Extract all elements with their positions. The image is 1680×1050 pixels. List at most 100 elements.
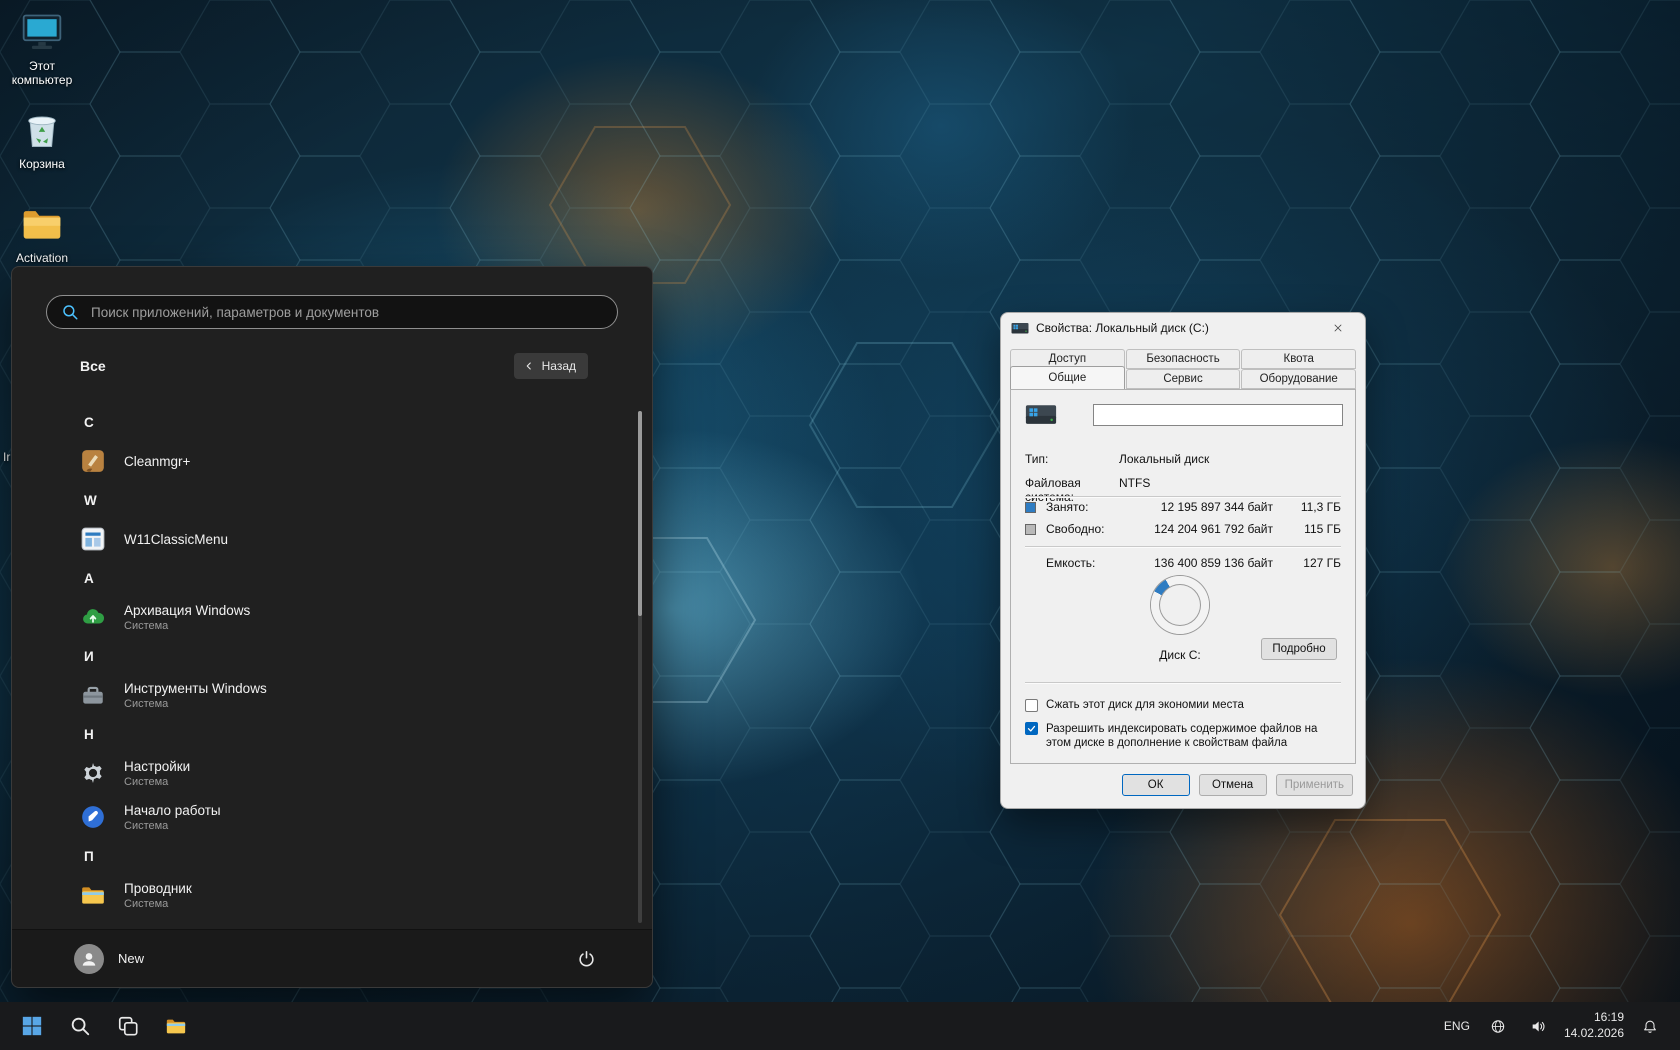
user-profile-button[interactable]: New <box>74 944 144 974</box>
start-search-box[interactable] <box>46 295 618 329</box>
taskbar: ENG 16:19 14.02.2026 <box>0 1002 1680 1050</box>
disk-usage-donut <box>1151 576 1209 634</box>
used-size: 11,3 ГБ <box>1273 500 1341 514</box>
gear-icon <box>80 760 106 786</box>
desktop-icon-this-pc[interactable]: Этот компьютер <box>0 10 84 88</box>
section-letter-w[interactable]: W <box>68 483 612 517</box>
taskbar-search-button[interactable] <box>60 1006 100 1046</box>
app-subtitle: Система <box>124 698 267 710</box>
app-item-cleanmgr[interactable]: Cleanmgr+ <box>68 439 612 483</box>
section-letter-p[interactable]: П <box>68 839 612 873</box>
section-letter-n[interactable]: Н <box>68 717 612 751</box>
app-item-backup[interactable]: Архивация Windows Система <box>68 595 612 639</box>
volume-label-input[interactable] <box>1093 404 1343 426</box>
user-name: New <box>118 951 144 966</box>
compress-checkbox-label[interactable]: Сжать этот диск для экономии места <box>1046 698 1244 712</box>
tab-tools[interactable]: Сервис <box>1126 369 1241 389</box>
app-item-get-started[interactable]: Начало работы Система <box>68 795 612 839</box>
capacity-label: Емкость: <box>1046 556 1128 570</box>
index-checkbox-label[interactable]: Разрешить индексировать содержимое файло… <box>1046 722 1341 751</box>
close-icon <box>1332 322 1344 334</box>
toolbox-icon <box>80 682 106 708</box>
separator <box>1025 682 1341 683</box>
language-indicator[interactable]: ENG <box>1442 1019 1472 1033</box>
globe-icon <box>1490 1018 1506 1035</box>
clock[interactable]: 16:19 14.02.2026 <box>1564 1010 1624 1041</box>
search-input[interactable] <box>89 304 603 321</box>
time: 16:19 <box>1564 1010 1624 1026</box>
folder-icon <box>80 882 106 908</box>
computer-icon <box>20 10 64 54</box>
app-name: Начало работы <box>124 803 221 818</box>
date: 14.02.2026 <box>1564 1026 1624 1042</box>
dialog-title: Свойства: Локальный диск (C:) <box>1036 321 1209 335</box>
section-letter-a[interactable]: А <box>68 561 612 595</box>
dialog-actions: ОК Отмена Применить <box>1122 774 1353 796</box>
apply-button[interactable]: Применить <box>1276 774 1353 796</box>
network-button[interactable] <box>1484 1010 1512 1042</box>
free-label: Свободно: <box>1046 522 1128 536</box>
start-button[interactable] <box>12 1006 52 1046</box>
volume-button[interactable] <box>1524 1010 1552 1042</box>
file-explorer-button[interactable] <box>156 1006 196 1046</box>
all-apps-header: Все <box>80 358 106 374</box>
taskbar-left <box>12 1006 196 1046</box>
section-letter-i[interactable]: И <box>68 639 612 673</box>
start-menu: Все Назад C Cleanmgr+ W W11ClassicMenu А… <box>11 266 653 988</box>
desktop-icon-label: Activation <box>16 251 68 265</box>
tab-quota[interactable]: Квота <box>1241 349 1356 369</box>
backup-cloud-icon <box>80 604 106 630</box>
windows-logo-icon <box>21 1015 43 1037</box>
back-button[interactable]: Назад <box>514 353 588 379</box>
free-size: 115 ГБ <box>1273 522 1341 536</box>
close-button[interactable] <box>1321 316 1355 340</box>
app-name: Настройки <box>124 759 190 774</box>
desktop-icon-label: Этот компьютер <box>0 59 84 88</box>
index-checkbox[interactable] <box>1025 722 1038 735</box>
app-name: Инструменты Windows <box>124 681 267 696</box>
avatar <box>74 944 104 974</box>
start-menu-footer: New <box>12 929 652 987</box>
index-checkbox-row: Разрешить индексировать содержимое файло… <box>1025 722 1341 751</box>
app-item-explorer[interactable]: Проводник Система <box>68 873 612 917</box>
app-name: Архивация Windows <box>124 603 250 618</box>
compress-checkbox[interactable] <box>1025 699 1038 712</box>
desktop-icon-recycle-bin[interactable]: Корзина <box>0 108 84 171</box>
classic-menu-icon <box>80 526 106 552</box>
tab-general[interactable]: Общие <box>1010 366 1125 389</box>
dialog-titlebar[interactable]: Свойства: Локальный диск (C:) <box>1001 313 1365 343</box>
app-subtitle: Система <box>124 898 192 910</box>
app-item-w11classicmenu[interactable]: W11ClassicMenu <box>68 517 612 561</box>
app-subtitle: Система <box>124 620 250 632</box>
used-space-row: Занято: 12 195 897 344 байт 11,3 ГБ <box>1025 500 1341 514</box>
scrollbar[interactable] <box>638 411 642 923</box>
properties-dialog: Свойства: Локальный диск (C:) Доступ Без… <box>1000 312 1366 809</box>
power-icon <box>577 949 596 968</box>
back-button-label: Назад <box>542 359 576 373</box>
free-space-row: Свободно: 124 204 961 792 байт 115 ГБ <box>1025 522 1341 536</box>
scrollbar-thumb[interactable] <box>638 411 642 616</box>
cancel-button[interactable]: Отмена <box>1199 774 1267 796</box>
app-name: Проводник <box>124 881 192 896</box>
tab-hardware[interactable]: Оборудование <box>1241 369 1356 389</box>
check-icon <box>1027 724 1036 733</box>
ok-button[interactable]: ОК <box>1122 774 1190 796</box>
app-item-windows-tools[interactable]: Инструменты Windows Система <box>68 673 612 717</box>
section-letter-c[interactable]: C <box>68 405 612 439</box>
app-item-settings[interactable]: Настройки Система <box>68 751 612 795</box>
notifications-button[interactable] <box>1636 1010 1664 1042</box>
tab-security[interactable]: Безопасность <box>1126 349 1241 369</box>
power-button[interactable] <box>566 939 606 979</box>
compress-checkbox-row: Сжать этот диск для экономии места <box>1025 698 1341 712</box>
task-view-button[interactable] <box>108 1006 148 1046</box>
cleanmgr-icon <box>80 448 106 474</box>
search-icon <box>61 303 79 321</box>
desktop-icon-activation[interactable]: Activation <box>0 202 84 265</box>
details-button[interactable]: Подробно <box>1261 638 1337 660</box>
speaker-icon <box>1530 1018 1546 1035</box>
capacity-size: 127 ГБ <box>1273 556 1341 570</box>
separator <box>1025 496 1341 497</box>
desktop-icon-partial-label[interactable]: Ir <box>3 450 10 464</box>
drive-icon <box>1011 322 1029 335</box>
general-tab-panel: Тип: Локальный диск Файловая система: NT… <box>1010 389 1356 764</box>
